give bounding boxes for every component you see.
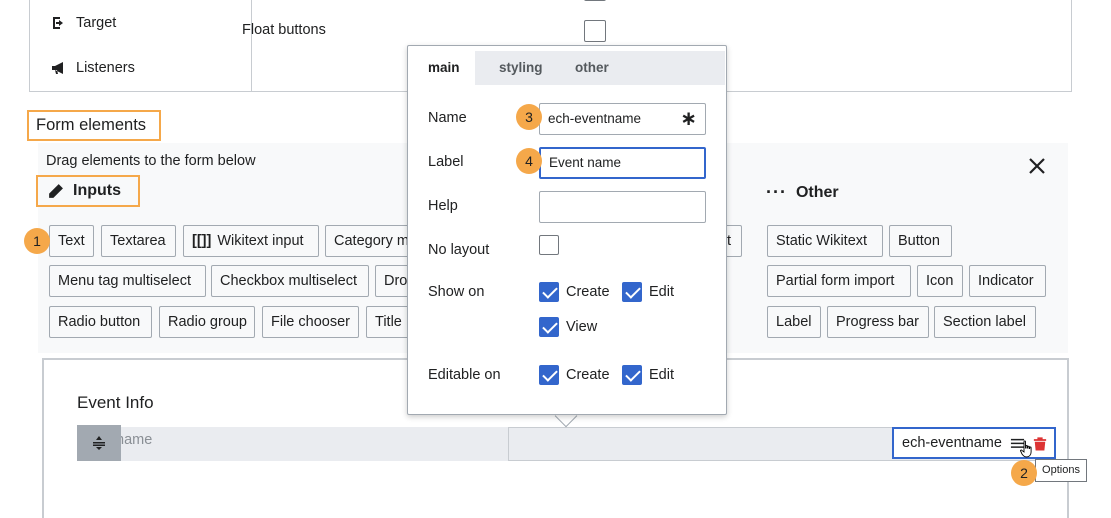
nolayout-label: No layout [428,242,490,258]
tab-other[interactable]: other [560,51,624,85]
input-chip-dropdown[interactable]: Dro [375,265,411,297]
input-chip-file-chooser[interactable]: File chooser [262,306,359,338]
showon-view-label: View [566,319,598,335]
sidebar-item-listeners[interactable]: Listeners [51,60,135,76]
popup-tabs: main styling other [413,51,725,85]
close-icon[interactable] [1026,155,1048,177]
label-field[interactable]: Event name [539,147,706,179]
help-field[interactable] [539,191,706,223]
showon-edit-checkbox[interactable] [622,282,642,302]
row-placeholder: name [116,432,153,448]
input-chip-title[interactable]: Title [366,306,411,338]
field-options-popup: main styling other Name ech-eventname ∗ … [407,45,727,415]
help-label: Help [428,198,458,214]
step-badge-3: 3 [516,104,542,130]
sidebar-item-label: Listeners [76,60,135,76]
megaphone-icon [52,62,63,74]
input-chip-checkbox-multiselect[interactable]: Checkbox multiselect [211,265,369,297]
step-badge-4: 4 [516,148,542,174]
options-tooltip: Options [1035,459,1087,482]
required-icon: ∗ [680,108,697,130]
float-buttons-checkbox[interactable] [584,20,606,42]
editableon-edit-checkbox[interactable] [622,365,642,385]
trash-icon[interactable] [1033,436,1047,451]
other-chip-label[interactable]: Label [767,306,821,338]
name-field[interactable]: ech-eventname ∗ [539,103,706,135]
field-chip-name: ech-eventname [902,435,1002,451]
other-chip-button[interactable]: Button [889,225,952,257]
editableon-label: Editable on [428,367,501,383]
step-badge-1: 1 [24,228,50,254]
editableon-create-label: Create [566,367,610,383]
input-chip-wikitext[interactable]: [[]] Wikitext input [183,225,319,257]
other-chip-progress-bar[interactable]: Progress bar [827,306,929,338]
tab-main[interactable]: main [413,51,475,85]
showon-create-checkbox[interactable] [539,282,559,302]
input-chip-category[interactable]: Category m [325,225,411,257]
sidebar-item-target[interactable]: Target [51,15,116,31]
showon-create-label: Create [566,284,610,300]
showon-view-checkbox[interactable] [539,317,559,337]
sidebar-item-label: Target [76,15,117,31]
editableon-edit-label: Edit [649,367,674,383]
section-title: Event Info [77,393,154,412]
float-buttons-label: Float buttons [242,22,326,38]
editableon-create-checkbox[interactable] [539,365,559,385]
checkbox-above[interactable] [584,0,606,1]
showon-edit-label: Edit [649,284,674,300]
input-chip-textarea[interactable]: Textarea [101,225,176,257]
tab-styling[interactable]: styling [484,51,558,85]
drag-handle-icon [93,436,105,450]
showon-label: Show on [428,284,485,300]
input-chip-text[interactable]: Text [49,225,94,257]
nolayout-checkbox[interactable] [539,235,559,255]
form-elements-title: Form elements [36,116,147,134]
input-chip-menu-tag-multiselect[interactable]: Menu tag multiselect [49,265,206,297]
target-icon [53,17,63,29]
step-badge-2: 2 [1011,460,1037,486]
other-heading: ··· Other [766,182,839,202]
pencil-icon [49,183,63,198]
name-label: Name [428,110,467,126]
drag-handle[interactable] [77,425,121,461]
other-chip-section-label[interactable]: Section label [934,306,1036,338]
other-chip-indicator[interactable]: Indicator [969,265,1046,297]
wikitext-icon: [[]] [192,233,212,249]
other-chip-icon[interactable]: Icon [917,265,963,297]
label-label: Label [428,154,464,170]
inputs-heading: Inputs [47,182,121,200]
input-chip-radio-group[interactable]: Radio group [159,306,255,338]
other-chip-static-wikitext[interactable]: Static Wikitext [767,225,883,257]
other-chip-partial-form-import[interactable]: Partial form import [767,265,911,297]
input-chip-radio-button[interactable]: Radio button [49,306,152,338]
hand-cursor-icon [1020,440,1032,458]
more-icon: ··· [766,182,787,202]
panel-divider [251,0,252,92]
drag-hint: Drag elements to the form below [46,153,256,169]
